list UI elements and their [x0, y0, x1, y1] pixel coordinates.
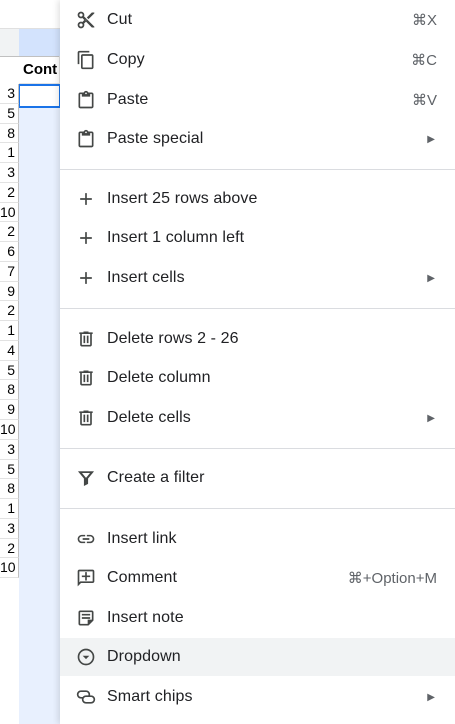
menu-item-paste[interactable]: Paste ⌘V: [60, 81, 455, 119]
shortcut-text: ⌘+Option+M: [347, 570, 437, 587]
menu-divider: [60, 508, 455, 509]
menu-item-delete-cells[interactable]: Delete cells ▶: [60, 399, 455, 437]
toolbar-area: [0, 0, 60, 28]
menu-item-paste-special[interactable]: Paste special ▶: [60, 120, 455, 158]
plus-icon: [76, 189, 96, 209]
row-number[interactable]: 8: [0, 123, 19, 144]
menu-item-label: Cut: [107, 11, 133, 28]
menu-item-insert-link[interactable]: Insert link: [60, 520, 455, 558]
trash-icon: [76, 329, 96, 349]
chips-icon: [76, 687, 96, 707]
menu-item-delete-rows[interactable]: Delete rows 2 - 26: [60, 320, 455, 358]
menu-item-label: Delete cells: [107, 409, 191, 426]
row-number[interactable]: 10: [0, 420, 19, 440]
row-number[interactable]: 1: [0, 143, 19, 164]
header-cell[interactable]: Cont: [19, 56, 60, 84]
trash-icon: [76, 368, 96, 388]
menu-item-insert-rows[interactable]: Insert 25 rows above: [60, 180, 455, 218]
menu-item-label: Insert 1 column left: [107, 229, 245, 246]
row-number[interactable]: 6: [0, 242, 19, 262]
menu-item-dropdown[interactable]: Dropdown: [60, 638, 455, 676]
row-number[interactable]: 3: [0, 439, 19, 460]
menu-item-label: Comment: [107, 569, 178, 586]
row-number[interactable]: 3: [0, 518, 19, 539]
menu-item-label: Insert link: [107, 530, 177, 547]
comment-icon: [76, 568, 96, 588]
menu-item-label: Insert note: [107, 609, 184, 626]
menu-item-cut[interactable]: Cut ⌘X: [60, 1, 455, 39]
row-number[interactable]: 2: [0, 538, 19, 559]
menu-item-insert-note[interactable]: Insert note: [60, 599, 455, 637]
menu-item-label: Create a filter: [107, 469, 205, 486]
filter-icon: [76, 468, 96, 488]
row-number[interactable]: 10: [0, 558, 19, 579]
menu-item-comment[interactable]: Comment ⌘+Option+M: [60, 559, 455, 597]
menu-divider: [60, 448, 455, 449]
menu-item-insert-cells[interactable]: Insert cells ▶: [60, 259, 455, 297]
menu-item-label: Smart chips: [107, 688, 193, 705]
row-number[interactable]: 3: [0, 84, 19, 104]
dropdown-circle-icon: [76, 647, 96, 667]
submenu-arrow-icon: ▶: [427, 691, 435, 703]
row-number[interactable]: 5: [0, 459, 19, 480]
submenu-arrow-icon: ▶: [427, 133, 435, 145]
copy-icon: [76, 50, 96, 70]
menu-item-label: Delete rows 2 - 26: [107, 330, 239, 347]
row-number[interactable]: 8: [0, 380, 19, 401]
shortcut-text: ⌘X: [411, 12, 437, 29]
row-number[interactable]: 5: [0, 360, 19, 381]
shortcut-text: ⌘V: [411, 92, 437, 109]
trash-icon: [76, 408, 96, 428]
plus-icon: [76, 228, 96, 248]
row-number[interactable]: 8: [0, 479, 19, 500]
menu-item-label: Paste: [107, 91, 149, 108]
menu-item-label: Insert cells: [107, 269, 185, 286]
selected-column-header[interactable]: [19, 28, 60, 57]
clipboard-icon: [76, 129, 96, 149]
menu-item-label: Copy: [107, 51, 145, 68]
menu-item-label: Paste special: [107, 130, 204, 147]
clipboard-icon: [76, 90, 96, 110]
menu-item-smart-chips[interactable]: Smart chips ▶: [60, 678, 455, 716]
selected-column-cells[interactable]: [19, 84, 60, 724]
link-icon: [76, 529, 96, 549]
row-number[interactable]: 5: [0, 103, 19, 124]
menu-item-label: Delete column: [107, 369, 211, 386]
menu-divider: [60, 308, 455, 309]
menu-item-insert-column[interactable]: Insert 1 column left: [60, 219, 455, 257]
row-number[interactable]: 4: [0, 340, 19, 361]
plus-icon: [76, 268, 96, 288]
submenu-arrow-icon: ▶: [427, 272, 435, 284]
menu-divider: [60, 169, 455, 170]
row-number[interactable]: 2: [0, 182, 19, 203]
menu-item-label: Dropdown: [107, 648, 181, 665]
row-number[interactable]: 2: [0, 301, 19, 322]
menu-item-delete-column[interactable]: Delete column: [60, 359, 455, 397]
submenu-arrow-icon: ▶: [427, 412, 435, 424]
row-number[interactable]: 3: [0, 163, 19, 183]
context-menu: Cut ⌘X Copy ⌘C Paste ⌘V Paste special ▶ …: [60, 0, 455, 724]
row-number[interactable]: 1: [0, 321, 19, 341]
row-number[interactable]: 10: [0, 202, 19, 223]
menu-item-label: Insert 25 rows above: [107, 190, 258, 207]
menu-item-copy[interactable]: Copy ⌘C: [60, 41, 455, 79]
active-cell[interactable]: [18, 84, 61, 108]
row-numbers: 3 5 8 1 3 2 10 2 6 7 9 2 1 4 5 8 9 10 3 5 8 1 3 2 10: [0, 84, 19, 579]
shortcut-text: ⌘C: [411, 52, 437, 69]
row-number[interactable]: 1: [0, 499, 19, 519]
row-number[interactable]: 2: [0, 222, 19, 243]
row-number[interactable]: 9: [0, 400, 19, 421]
menu-item-create-filter[interactable]: Create a filter: [60, 459, 455, 497]
row-number[interactable]: 9: [0, 281, 19, 302]
note-icon: [76, 608, 96, 628]
row-number[interactable]: 7: [0, 261, 19, 282]
scissors-icon: [76, 10, 96, 30]
